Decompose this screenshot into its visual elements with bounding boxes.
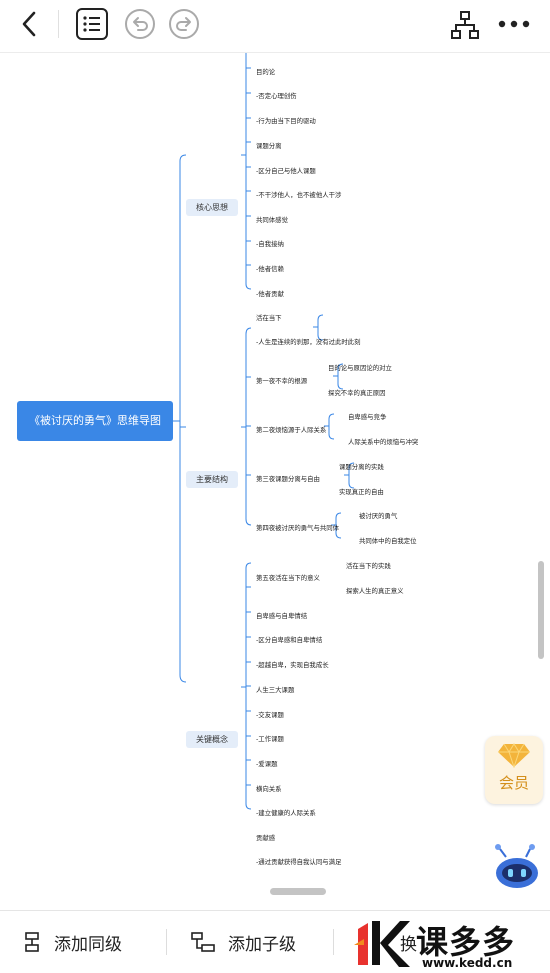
category-node-key-concepts[interactable]: 关键概念 (186, 731, 238, 748)
structure-button[interactable] (448, 8, 482, 42)
vip-label: 会员 (498, 774, 529, 792)
leaf-node[interactable]: -他者贡献 (256, 289, 284, 299)
leaf-node[interactable]: -建立健康的人际关系 (256, 808, 316, 818)
category-node-structure[interactable]: 主要结构 (186, 471, 238, 488)
leaf-node[interactable]: -不干涉他人，也不被他人干涉 (256, 190, 341, 200)
horizontal-scrollbar[interactable] (270, 888, 326, 895)
chapter-node[interactable]: 第二夜烦恼源于人际关系 (256, 425, 326, 435)
list-outline-icon (76, 8, 108, 40)
leaf-node[interactable]: -超越自卑，实现自我成长 (256, 660, 329, 670)
leaf-node[interactable]: 被讨厌的勇气 (359, 511, 397, 521)
mindmap-canvas[interactable]: 《被讨厌的勇气》思维导图 核心思想 主要结构 关键概念 目的论 -否定心理创伤 … (0, 53, 550, 910)
watermark: 课多多 www.kedd.cn (350, 913, 550, 973)
robot-assistant-icon (495, 844, 538, 888)
chapter-node[interactable]: 第五夜活在当下的意义 (256, 573, 320, 583)
leaf-node[interactable]: 人生三大课题 (256, 685, 294, 695)
leaf-node[interactable]: 探索人生的真正意义 (346, 586, 404, 596)
leaf-node[interactable]: -交友课题 (256, 710, 284, 720)
leaf-node[interactable]: 共同体感觉 (256, 215, 288, 225)
leaf-node[interactable]: -工作课题 (256, 734, 284, 744)
leaf-node[interactable]: 课题分离 (256, 141, 282, 151)
assistant-button[interactable] (490, 839, 542, 889)
root-node[interactable]: 《被讨厌的勇气》思维导图 (17, 401, 173, 441)
leaf-node[interactable]: 课题分离的实践 (339, 462, 384, 472)
chevron-left-icon (22, 11, 36, 37)
leaf-node[interactable]: -自我接纳 (256, 239, 284, 249)
leaf-node[interactable]: 目的论 (256, 67, 275, 77)
chapter-node[interactable]: 第四夜被讨厌的勇气与共同体 (256, 523, 339, 533)
bottom-divider (333, 929, 334, 955)
more-dots-icon (498, 20, 530, 28)
leaf-node[interactable]: -他者信赖 (256, 264, 284, 274)
more-button[interactable] (496, 10, 532, 38)
vertical-scrollbar[interactable] (538, 561, 544, 659)
leaf-node[interactable]: -爱课题 (256, 759, 277, 769)
add-child-label: 添加子级 (228, 934, 296, 955)
leaf-node[interactable]: 自卑感与自卑情结 (256, 611, 307, 621)
category-node-core-ideas[interactable]: 核心思想 (186, 199, 238, 216)
leaf-node[interactable]: 共同体中的自我定位 (359, 536, 417, 546)
org-chart-icon (451, 11, 479, 39)
add-sibling-button[interactable]: 添加同级 (24, 911, 122, 973)
leaf-node[interactable]: 目的论与原因论的对立 (328, 363, 392, 373)
chapter-node[interactable]: 第三夜课题分离与自由 (256, 474, 320, 484)
chapter-node[interactable]: 第一夜不幸的根源 (256, 376, 307, 386)
undo-button[interactable] (123, 7, 157, 41)
leaf-node[interactable]: -通过贡献获得自我认同与满足 (256, 857, 341, 867)
bottom-action-bar: 添加同级 添加子级 换 课多多 www.kedd.cn (0, 910, 550, 973)
k-logo-icon (354, 921, 410, 967)
bottom-divider (166, 929, 167, 955)
leaf-node[interactable]: 活在当下 (256, 313, 282, 323)
add-child-icon (191, 932, 215, 952)
root-node-label: 《被讨厌的勇气》思维导图 (29, 414, 161, 427)
leaf-node[interactable]: 自卑感与竞争 (348, 412, 386, 422)
vip-button[interactable]: 会员 (485, 736, 543, 804)
leaf-node[interactable]: 人际关系中的烦恼与冲突 (348, 437, 418, 447)
redo-icon (169, 9, 199, 39)
leaf-node[interactable]: 横向关系 (256, 784, 282, 794)
leaf-node[interactable]: 探究不幸的真正原因 (328, 388, 386, 398)
redo-button[interactable] (167, 7, 201, 41)
add-sibling-label: 添加同级 (54, 934, 122, 955)
leaf-node[interactable]: -人生是连续的刹那，没有过此时此刻 (256, 337, 361, 347)
leaf-node[interactable]: -区分自卑感和自卑情结 (256, 635, 322, 645)
leaf-node[interactable]: 实现真正的自由 (339, 487, 384, 497)
leaf-node[interactable]: -否定心理创伤 (256, 91, 297, 101)
leaf-node[interactable]: 活在当下的实践 (346, 561, 391, 571)
undo-icon (125, 9, 155, 39)
toolbar-divider (58, 10, 59, 38)
diamond-icon (498, 743, 530, 768)
leaf-node[interactable]: 贡献感 (256, 833, 275, 843)
back-button[interactable] (14, 8, 44, 40)
add-child-button[interactable]: 添加子级 (190, 911, 296, 973)
top-toolbar (0, 0, 550, 53)
leaf-node[interactable]: -行为由当下目的驱动 (256, 116, 316, 126)
leaf-node[interactable]: -区分自己与他人课题 (256, 166, 316, 176)
outline-button[interactable] (74, 6, 110, 42)
add-sibling-icon (25, 932, 39, 952)
watermark-url: www.kedd.cn (422, 956, 513, 970)
